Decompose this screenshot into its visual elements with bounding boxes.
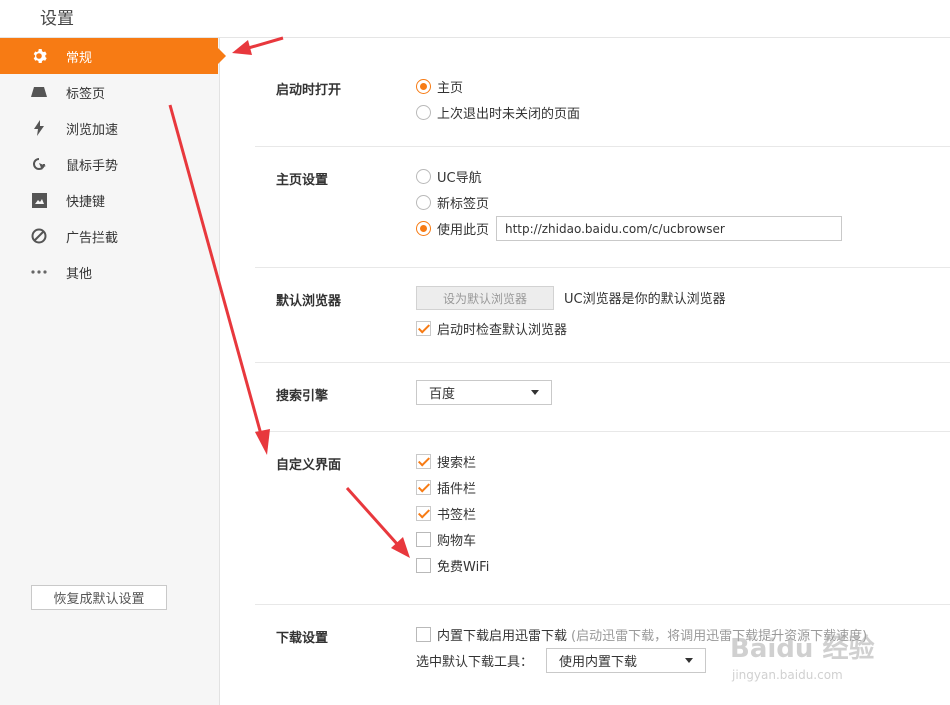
download-tool-select[interactable]: 使用内置下载 <box>546 648 706 673</box>
option-label: 使用此页 <box>437 222 490 238</box>
sidebar-item-label: 浏览加速 <box>66 122 119 138</box>
option-label: 新标签页 <box>437 196 490 212</box>
select-value: 百度 <box>429 387 456 402</box>
section-label-custom-ui: 自定义界面 <box>276 458 342 473</box>
lightning-icon <box>30 119 48 137</box>
watermark-url: jingyan.baidu.com <box>732 668 843 682</box>
more-icon <box>30 263 48 281</box>
option-label: 主页 <box>437 80 464 96</box>
radio-button[interactable] <box>416 104 431 120</box>
section-label-default-browser: 默认浏览器 <box>276 294 342 309</box>
sidebar-item-adblock[interactable]: 广告拦截 <box>0 218 220 254</box>
option-label: 插件栏 <box>437 481 477 497</box>
chevron-down-icon <box>685 658 693 663</box>
tab-icon <box>30 83 48 101</box>
sidebar-item-shortcut[interactable]: 快捷键 <box>0 182 220 218</box>
check-plugin-bar[interactable]: 插件栏 <box>416 477 476 497</box>
sidebar-item-general[interactable]: 常规 <box>0 38 226 74</box>
section-label-search: 搜索引擎 <box>276 389 329 404</box>
divider <box>255 431 950 432</box>
checkbox[interactable] <box>416 531 431 547</box>
check-search-bar[interactable]: 搜索栏 <box>416 451 476 471</box>
radio-button[interactable] <box>416 220 431 236</box>
option-label: 上次退出时未关闭的页面 <box>437 106 581 122</box>
block-icon <box>30 227 48 245</box>
reset-default-button[interactable]: 恢复成默认设置 <box>31 585 167 610</box>
sidebar-item-other[interactable]: 其他 <box>0 254 220 290</box>
sidebar-item-label: 快捷键 <box>66 194 106 210</box>
default-browser-status: UC浏览器是你的默认浏览器 <box>564 292 726 307</box>
sidebar-item-label: 常规 <box>66 50 93 66</box>
section-label-startup: 启动时打开 <box>276 83 342 98</box>
checkbox[interactable] <box>416 557 431 573</box>
gear-icon <box>30 47 48 65</box>
search-engine-select[interactable]: 百度 <box>416 380 552 405</box>
check-bookmark-bar[interactable]: 书签栏 <box>416 503 476 523</box>
settings-panel: 启动时打开 主页 上次退出时未关闭的页面 主页设置 UC导航 新标签页 使用此页… <box>221 39 950 705</box>
sidebar-item-tabs[interactable]: 标签页 <box>0 74 220 110</box>
radio-homepage-use-this-page[interactable]: 使用此页 <box>416 218 489 238</box>
select-value: 使用内置下载 <box>559 655 638 670</box>
shortcut-icon <box>30 191 48 209</box>
option-label: 内置下载启用迅雷下载 <box>437 628 568 644</box>
checkbox[interactable] <box>416 320 431 336</box>
checkbox[interactable] <box>416 453 431 469</box>
sidebar-item-label: 标签页 <box>66 86 106 102</box>
option-label: 搜索栏 <box>437 455 477 471</box>
sidebar: 常规 标签页 浏览加速 鼠标手势 快捷键 广告拦截 其他 恢复成默认设置 <box>0 38 226 705</box>
radio-startup-restore[interactable]: 上次退出时未关闭的页面 <box>416 102 580 122</box>
check-startup-default-browser[interactable]: 启动时检查默认浏览器 <box>416 318 567 338</box>
sidebar-item-label: 其他 <box>66 266 93 282</box>
checkbox[interactable] <box>416 626 431 642</box>
mouse-gesture-icon <box>30 155 48 173</box>
checkbox[interactable] <box>416 505 431 521</box>
sidebar-item-speedup[interactable]: 浏览加速 <box>0 110 220 146</box>
radio-button[interactable] <box>416 78 431 94</box>
option-label: 购物车 <box>437 533 477 549</box>
watermark: Baidu 经验 <box>730 634 875 664</box>
homepage-url-input[interactable] <box>496 216 842 241</box>
radio-startup-home[interactable]: 主页 <box>416 76 463 96</box>
option-label: 书签栏 <box>437 507 477 523</box>
title-bar: 设置 <box>0 0 950 38</box>
window-title: 设置 <box>40 9 74 29</box>
download-tool-label: 选中默认下载工具： <box>416 655 534 670</box>
option-label: UC导航 <box>437 170 482 186</box>
check-free-wifi[interactable]: 免费WiFi <box>416 555 489 575</box>
radio-homepage-uc-nav[interactable]: UC导航 <box>416 166 482 186</box>
checkbox[interactable] <box>416 479 431 495</box>
divider <box>255 146 950 147</box>
radio-homepage-new-tab[interactable]: 新标签页 <box>416 192 489 212</box>
divider <box>255 362 950 363</box>
radio-button[interactable] <box>416 194 431 210</box>
chevron-down-icon <box>531 390 539 395</box>
divider <box>255 604 950 605</box>
section-label-download: 下载设置 <box>276 631 329 646</box>
section-label-homepage: 主页设置 <box>276 173 329 188</box>
set-default-browser-button[interactable]: 设为默认浏览器 <box>416 286 554 310</box>
radio-button[interactable] <box>416 168 431 184</box>
check-shopping-cart[interactable]: 购物车 <box>416 529 476 549</box>
sidebar-item-label: 鼠标手势 <box>66 158 119 174</box>
option-label: 启动时检查默认浏览器 <box>437 322 568 338</box>
option-label: 免费WiFi <box>437 559 490 575</box>
sidebar-item-mouse-gesture[interactable]: 鼠标手势 <box>0 146 220 182</box>
divider <box>255 267 950 268</box>
sidebar-item-label: 广告拦截 <box>66 230 119 246</box>
